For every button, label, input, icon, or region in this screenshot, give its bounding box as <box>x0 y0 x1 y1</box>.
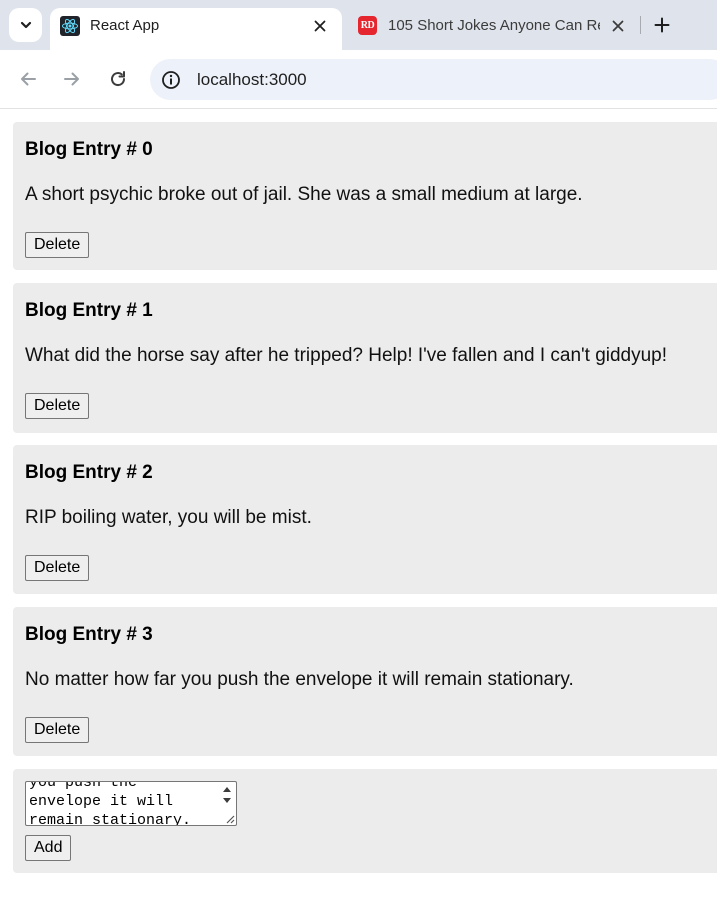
address-bar[interactable]: localhost:3000 <box>150 59 717 100</box>
blog-entry-card: Blog Entry # 1 What did the horse say af… <box>13 283 717 433</box>
arrow-right-icon <box>64 72 79 86</box>
tab-search-button[interactable] <box>9 8 42 42</box>
react-logo-icon <box>60 16 80 36</box>
blog-entry-body: RIP boiling water, you will be mist. <box>25 507 312 528</box>
delete-button[interactable]: Delete <box>25 555 90 581</box>
reload-button[interactable] <box>106 67 130 91</box>
chevron-down-icon <box>20 21 31 29</box>
new-entry-form: you push the envelope it will remain sta… <box>13 769 717 873</box>
entry-textarea-value: you push the envelope it will remain sta… <box>29 781 192 826</box>
delete-button[interactable]: Delete <box>25 232 90 258</box>
blog-entry-title: Blog Entry # 2 <box>25 462 153 483</box>
close-icon <box>612 20 624 32</box>
add-button[interactable]: Add <box>25 835 72 861</box>
close-tab-button[interactable] <box>608 16 628 36</box>
close-icon <box>314 20 326 32</box>
delete-button[interactable]: Delete <box>25 393 90 419</box>
rd-icon: RD <box>358 16 378 36</box>
tab-title: React App <box>90 17 160 34</box>
blog-entry-card: Blog Entry # 3 No matter how far you pus… <box>13 607 717 756</box>
site-info-icon[interactable] <box>160 69 182 91</box>
tab-react-app[interactable]: React App <box>50 8 342 50</box>
blog-entry-card: Blog Entry # 2 RIP boiling water, you wi… <box>13 445 717 594</box>
plus-icon <box>654 17 670 33</box>
blog-entry-title: Blog Entry # 3 <box>25 624 153 645</box>
blog-entry-body: A short psychic broke out of jail. She w… <box>25 184 583 205</box>
reload-icon <box>111 71 126 87</box>
browser-toolbar: localhost:3000 <box>0 50 717 109</box>
tab-title: 105 Short Jokes Anyone Can Re <box>388 17 600 34</box>
url-text: localhost:3000 <box>197 70 307 89</box>
delete-button[interactable]: Delete <box>25 717 90 743</box>
resize-grip-icon[interactable] <box>224 813 235 824</box>
tab-strip: React App RD 105 Short Jokes Anyone Can … <box>0 0 717 50</box>
tab-separator <box>640 16 641 34</box>
entry-textarea[interactable]: you push the envelope it will remain sta… <box>25 781 237 826</box>
blog-entry-body: What did the horse say after he tripped?… <box>25 345 668 366</box>
close-tab-button[interactable] <box>310 16 330 36</box>
back-button[interactable] <box>16 67 40 91</box>
blog-entry-body: No matter how far you push the envelope … <box>25 669 574 690</box>
blog-entry-title: Blog Entry # 0 <box>25 139 153 160</box>
tab-short-jokes[interactable]: RD 105 Short Jokes Anyone Can Re <box>350 8 640 50</box>
arrow-left-icon <box>21 72 36 86</box>
blog-entry-card: Blog Entry # 0 A short psychic broke out… <box>13 122 717 270</box>
scroll-arrows-icon[interactable] <box>220 784 234 806</box>
new-tab-button[interactable] <box>651 14 673 36</box>
page-content: Blog Entry # 0 A short psychic broke out… <box>0 110 717 917</box>
forward-button[interactable] <box>60 67 84 91</box>
blog-entry-title: Blog Entry # 1 <box>25 300 153 321</box>
